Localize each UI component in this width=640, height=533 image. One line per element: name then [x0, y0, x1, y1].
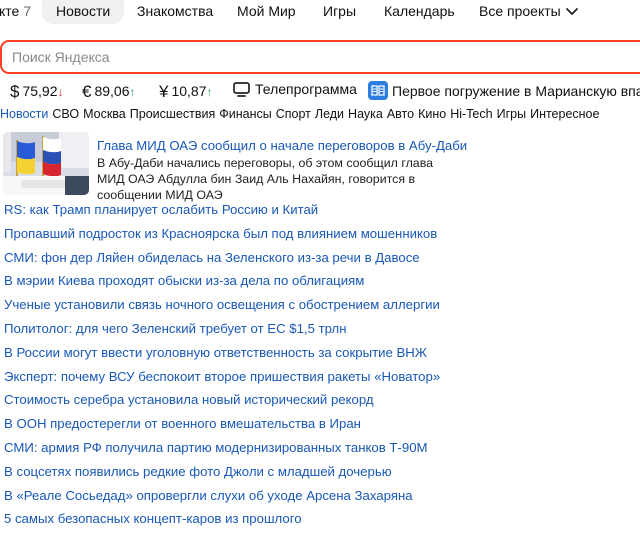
news-item[interactable]: Ученые установили связь ночного освещени… [4, 295, 440, 319]
tv-icon [233, 82, 250, 97]
informers-row: $75,92↓ €89,06↑ ¥10,87↑ Телепрограмма Пе… [0, 79, 640, 101]
tab-cinema[interactable]: Кино [418, 107, 446, 121]
news-item[interactable]: Эксперт: почему ВСУ беспокоит второе при… [4, 367, 440, 391]
news-item[interactable]: Пропавший подросток из Красноярска был п… [4, 224, 440, 248]
chevron-down-icon[interactable] [565, 4, 579, 18]
cny-symbol: ¥ [159, 82, 169, 101]
lead-title[interactable]: Глава МИД ОАЭ сообщил о начале переговор… [97, 138, 467, 153]
cny-value: 10,87 [171, 83, 207, 99]
news-item[interactable]: 5 самых безопасных концепт-каров из прош… [4, 509, 440, 533]
nav-item-my-world[interactable]: Мой Мир [237, 3, 296, 19]
eur-value: 89,06 [94, 83, 130, 99]
nav-item-calendar[interactable]: Календарь [384, 3, 455, 19]
tab-interesting[interactable]: Интересное [530, 107, 599, 121]
top-nav: кте 7 Новости Знакомства Мой Мир Игры Ка… [0, 0, 640, 26]
news-tabs: Новости СВО Москва Происшествия Финансы Спорт… [0, 107, 603, 123]
nav-item-dating[interactable]: Знакомства [137, 3, 213, 19]
lead-description: В Абу-Даби начались переговоры, об этом … [97, 156, 434, 202]
cny-trend-icon: ↑ [206, 85, 213, 99]
news-item[interactable]: В России могут ввести уголовную ответств… [4, 343, 440, 367]
usd-rate[interactable]: $75,92↓ [10, 81, 64, 101]
cny-rate[interactable]: ¥10,87↑ [159, 81, 213, 101]
eur-rate[interactable]: €89,06↑ [82, 81, 136, 101]
news-item[interactable]: В «Реале Сосьедад» опровергли слухи об у… [4, 486, 440, 510]
eur-symbol: € [82, 82, 92, 101]
tab-hitech[interactable]: Hi-Tech [450, 107, 492, 121]
tab-sport[interactable]: Спорт [276, 107, 311, 121]
tv-program-label: Телепрограмма [255, 81, 357, 97]
news-item[interactable]: В мэрии Киева проходят обыски из-за дела… [4, 271, 440, 295]
usd-symbol: $ [10, 82, 20, 101]
tab-incidents[interactable]: Происшествия [130, 107, 215, 121]
tv-program-link[interactable]: Телепрограмма [233, 81, 357, 97]
promo-label: Первое погружение в Марианскую впад [392, 83, 640, 99]
search-input[interactable] [2, 42, 640, 72]
news-item[interactable]: Стоимость серебра установила новый истор… [4, 390, 440, 414]
tab-games[interactable]: Игры [497, 107, 526, 121]
news-item[interactable]: СМИ: фон дер Ляйен обиделась на Зеленско… [4, 248, 440, 272]
news-item[interactable]: Политолог: для чего Зеленский требует от… [4, 319, 440, 343]
nav-item-count: 7 [23, 3, 32, 19]
news-item[interactable]: СМИ: армия РФ получила партию модернизир… [4, 438, 440, 462]
lead-thumbnail[interactable] [3, 132, 89, 195]
news-list: RS: как Трамп планирует ослабить Россию … [4, 200, 440, 533]
nav-item-partial[interactable]: кте 7 [0, 3, 31, 19]
nav-item-all-projects[interactable]: Все проекты [479, 3, 561, 19]
nav-item-games[interactable]: Игры [323, 3, 356, 19]
tab-finance[interactable]: Финансы [219, 107, 271, 121]
tab-svo[interactable]: СВО [52, 107, 79, 121]
tab-auto[interactable]: Авто [387, 107, 414, 121]
tab-news[interactable]: Новости [0, 107, 48, 121]
lead-story: Глава МИД ОАЭ сообщил о начале переговор… [3, 132, 640, 202]
news-item[interactable]: RS: как Трамп планирует ослабить Россию … [4, 200, 440, 224]
news-item[interactable]: В ООН предостерегли от военного вмешател… [4, 414, 440, 438]
usd-value: 75,92 [22, 83, 58, 99]
nav-item-news[interactable]: Новости [42, 0, 125, 24]
tab-science[interactable]: Наука [348, 107, 383, 121]
news-item[interactable]: В соцсетях появились редкие фото Джоли с… [4, 462, 440, 486]
tab-moscow[interactable]: Москва [83, 107, 126, 121]
eur-trend-icon: ↑ [129, 85, 136, 99]
tab-lady[interactable]: Леди [315, 107, 344, 121]
promo-link[interactable]: Первое погружение в Марианскую впад [368, 81, 640, 100]
search-box [0, 40, 640, 74]
usd-trend-icon: ↓ [57, 85, 64, 99]
book-icon [368, 81, 388, 100]
flags-photo [3, 132, 89, 195]
